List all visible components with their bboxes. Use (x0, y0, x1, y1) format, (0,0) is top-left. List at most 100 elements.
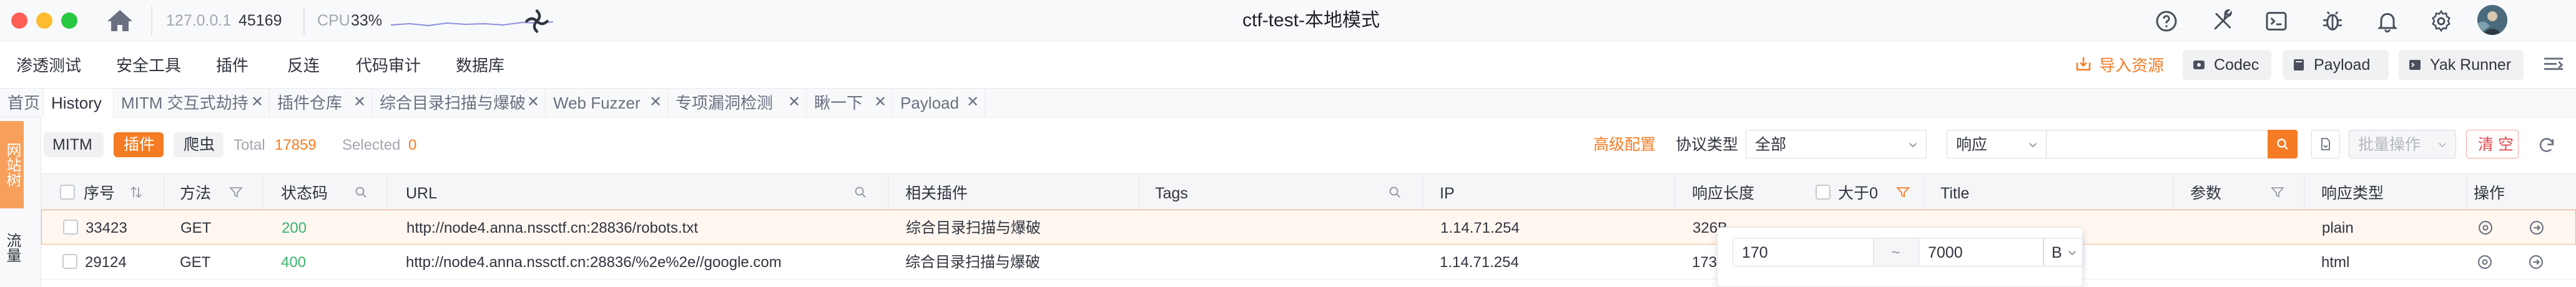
maximize-window-button[interactable] (61, 12, 77, 29)
help-icon[interactable] (2154, 9, 2179, 34)
cpu-label: CPU (317, 12, 350, 29)
filter-icon[interactable] (2270, 185, 2285, 200)
export-button[interactable] (2311, 130, 2340, 158)
protocol-type-select[interactable]: 全部 (1746, 130, 1927, 158)
column-header-plugin[interactable]: 相关插件 (905, 186, 968, 202)
row-checkbox[interactable] (62, 254, 77, 269)
column-header-response-type[interactable]: 响应类型 (2321, 186, 2384, 202)
title-bar: 127.0.0.1 45169 CPU 33% ctf-test-本地模式 (0, 0, 2576, 41)
search-icon[interactable] (1387, 185, 1402, 200)
close-icon[interactable]: ✕ (527, 95, 539, 110)
column-header-tags[interactable]: Tags (1155, 186, 1188, 202)
chevron-down-icon (2027, 139, 2038, 150)
tab-traffic-label: 流量 (4, 233, 21, 263)
divider (303, 6, 305, 35)
cell-plugin: 综合目录扫描与爆破 (905, 254, 1040, 271)
cell-response-length: 173 (1692, 254, 1718, 271)
search-icon[interactable] (853, 185, 868, 200)
tab-label: 专项漏洞检测 (676, 94, 774, 112)
arrow-right-circle-icon[interactable] (2528, 219, 2545, 236)
menu-item-pentest[interactable]: 渗透测试 (16, 57, 81, 74)
import-icon[interactable] (2074, 55, 2093, 74)
import-resources-button[interactable]: 导入资源 (2099, 57, 2164, 74)
source-chip-plugin[interactable]: 插件 (114, 132, 164, 157)
bell-icon[interactable] (2375, 9, 2400, 34)
settings-icon[interactable] (2429, 9, 2454, 34)
cell-method: GET (180, 220, 212, 236)
tab-traffic[interactable]: 流量 (0, 213, 24, 282)
source-chip-mitm[interactable]: MITM (44, 132, 104, 157)
table-row[interactable]: 29124 GET 400 http://node4.anna.nssctf.c… (41, 245, 2576, 280)
close-icon[interactable]: ✕ (251, 95, 263, 110)
menu-item-database[interactable]: 数据库 (456, 57, 504, 74)
menu-item-security-tools[interactable]: 安全工具 (116, 57, 181, 74)
browser-icon[interactable] (2476, 253, 2494, 271)
close-icon[interactable]: ✕ (966, 95, 979, 110)
tab-dir-scan[interactable]: 综合目录扫描与爆破 ✕ (372, 89, 546, 117)
column-header-ip[interactable]: IP (1440, 186, 1455, 202)
refresh-icon[interactable] (2536, 135, 2557, 156)
tab-plugin-store[interactable]: 插件仓库 ✕ (270, 89, 372, 117)
browser-icon[interactable] (2477, 219, 2494, 236)
close-icon[interactable]: ✕ (788, 95, 800, 110)
greater-than-zero-checkbox[interactable] (1816, 185, 1831, 200)
source-chip-crawler[interactable]: 爬虫 (174, 132, 224, 157)
tab-mitm[interactable]: MITM 交互式劫持 ✕ (114, 89, 270, 117)
close-icon[interactable]: ✕ (353, 95, 366, 110)
cell-response-type: plain (2322, 220, 2354, 236)
close-icon[interactable]: ✕ (874, 95, 887, 110)
chip-label: 插件 (124, 136, 155, 153)
menu-item-code-audit[interactable]: 代码审计 (356, 57, 421, 74)
min-length-input[interactable]: 170 (1733, 238, 1874, 266)
payload-button[interactable]: Payload (2283, 50, 2389, 80)
tools-icon[interactable] (2210, 9, 2235, 34)
filter-icon[interactable] (229, 185, 243, 200)
column-header-response-length[interactable]: 响应长度 (1692, 186, 1754, 202)
column-header-status[interactable]: 状态码 (281, 186, 328, 202)
range-separator: ~ (1874, 238, 1919, 266)
size-unit-select[interactable]: B (2043, 238, 2085, 266)
column-header-seq[interactable]: 序号 (84, 186, 115, 202)
column-header-url[interactable]: URL (406, 186, 437, 202)
search-icon[interactable] (353, 185, 368, 200)
cell-response-type: html (2321, 254, 2350, 271)
row-checkbox[interactable] (63, 220, 78, 235)
home-icon[interactable] (105, 7, 135, 34)
close-window-button[interactable] (11, 12, 27, 29)
terminal-icon[interactable] (2264, 9, 2289, 34)
max-length-input[interactable]: 7000 (1919, 238, 2043, 266)
column-header-title[interactable]: Title (1940, 186, 1969, 202)
menu-collapse-icon[interactable] (2541, 52, 2566, 77)
tab-vuln-detect[interactable]: 专项漏洞检测 ✕ (668, 89, 807, 117)
menu-item-plugins[interactable]: 插件 (216, 57, 248, 74)
advanced-config-link[interactable]: 高级配置 (1593, 137, 1656, 153)
clear-button[interactable]: 清 空 (2466, 130, 2519, 158)
tab-payload[interactable]: Payload ✕ (893, 89, 985, 117)
tab-web-fuzzer[interactable]: Web Fuzzer ✕ (546, 89, 668, 117)
protocol-type-label: 协议类型 (1676, 136, 1739, 153)
column-header-params[interactable]: 参数 (2190, 186, 2221, 202)
column-header-method[interactable]: 方法 (180, 186, 211, 202)
sort-icon[interactable] (129, 185, 144, 200)
table-row[interactable]: 33423 GET 200 http://node4.anna.nssctf.c… (41, 210, 2576, 245)
menu-item-reverse[interactable]: 反连 (287, 57, 320, 74)
avatar[interactable] (2477, 5, 2507, 35)
codec-button[interactable]: Codec (2183, 50, 2271, 80)
select-all-checkbox[interactable] (60, 185, 75, 200)
minimize-window-button[interactable] (36, 12, 52, 29)
cell-seq: 29124 (85, 254, 127, 271)
arrow-right-circle-icon[interactable] (2527, 253, 2545, 271)
batch-actions-select[interactable]: 批量操作 (2349, 130, 2456, 158)
close-icon[interactable]: ✕ (649, 95, 662, 110)
tab-home[interactable]: 首页 (0, 89, 44, 117)
yak-runner-button[interactable]: Yak Runner (2399, 50, 2524, 80)
filter-icon[interactable] (1895, 185, 1910, 200)
divider (151, 6, 152, 35)
search-scope-select[interactable]: 响应 (1947, 130, 2047, 158)
bug-icon[interactable] (2320, 9, 2345, 34)
search-input[interactable] (2046, 130, 2268, 158)
tab-peek[interactable]: 瞅一下 ✕ (807, 89, 893, 117)
tab-site-tree[interactable]: 网站树 (0, 121, 24, 208)
search-button[interactable] (2268, 130, 2298, 158)
tab-history[interactable]: History (44, 89, 114, 117)
